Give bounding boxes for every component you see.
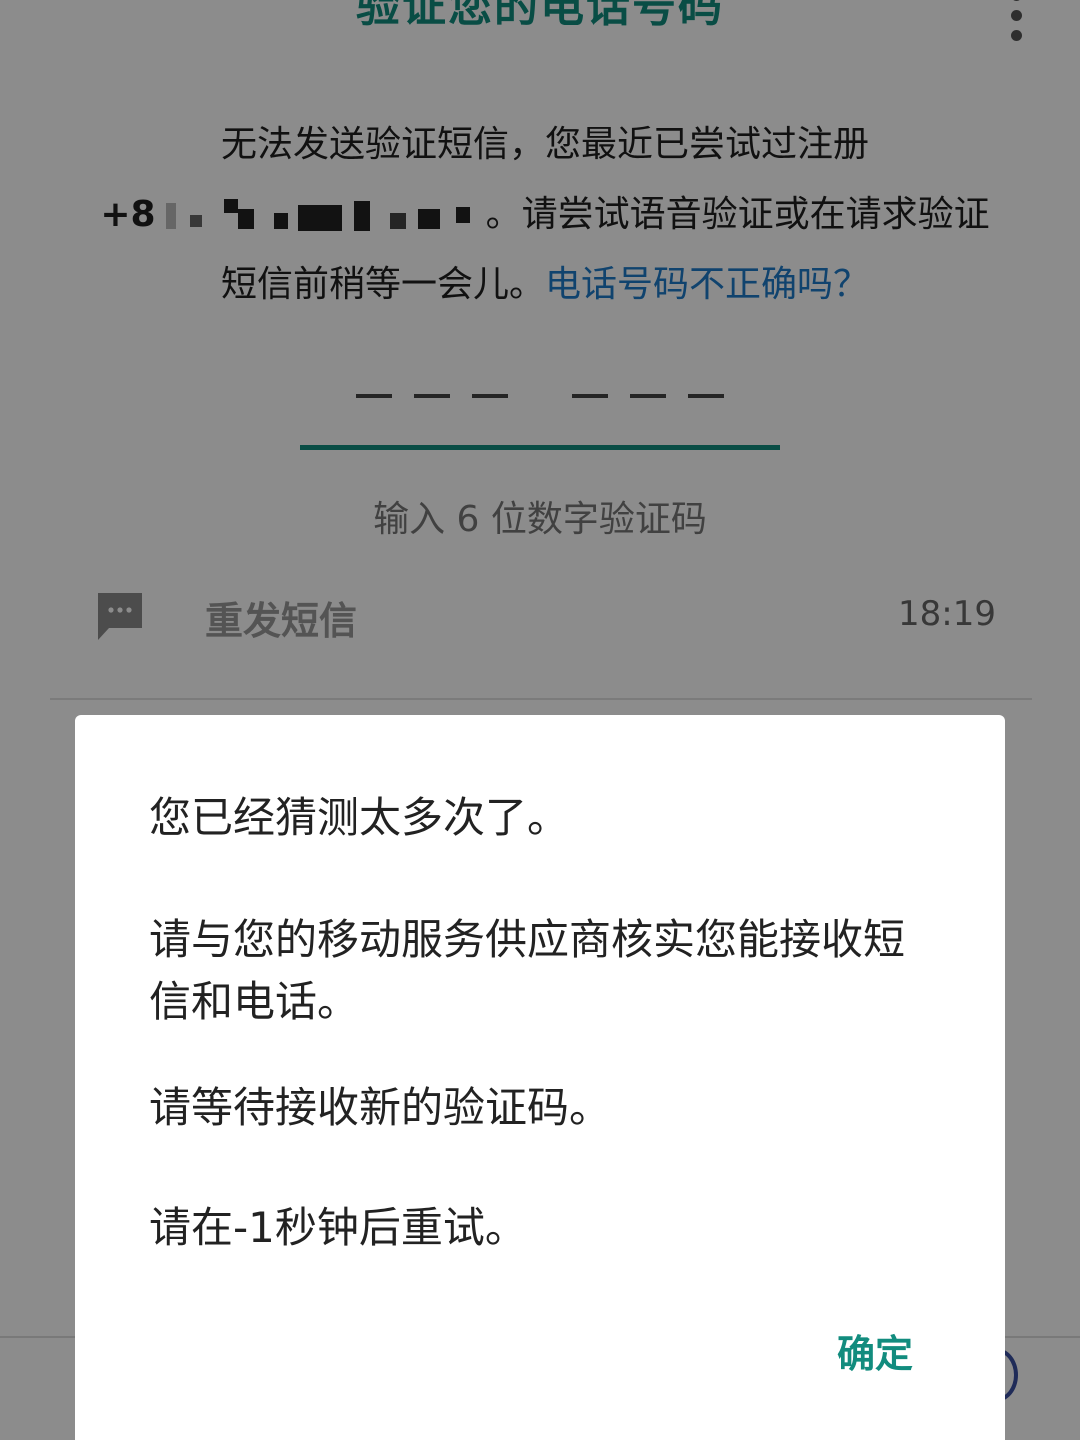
dialog-message-check-carrier: 请与您的移动服务供应商核实您能接收短信和电话。 (149, 915, 906, 1026)
ok-button[interactable]: 确定 (837, 1323, 913, 1378)
dialog-message-retry: 请在-1秒钟后重试。 (149, 1203, 527, 1252)
error-dialog: 您已经猜测太多次了。 请与您的移动服务供应商核实您能接收短信和电话。 请等待接收… (75, 715, 1005, 1455)
dialog-message-too-many-guesses: 您已经猜测太多次了。 (149, 793, 570, 842)
dialog-message-wait-code: 请等待接收新的验证码。 (149, 1083, 612, 1132)
